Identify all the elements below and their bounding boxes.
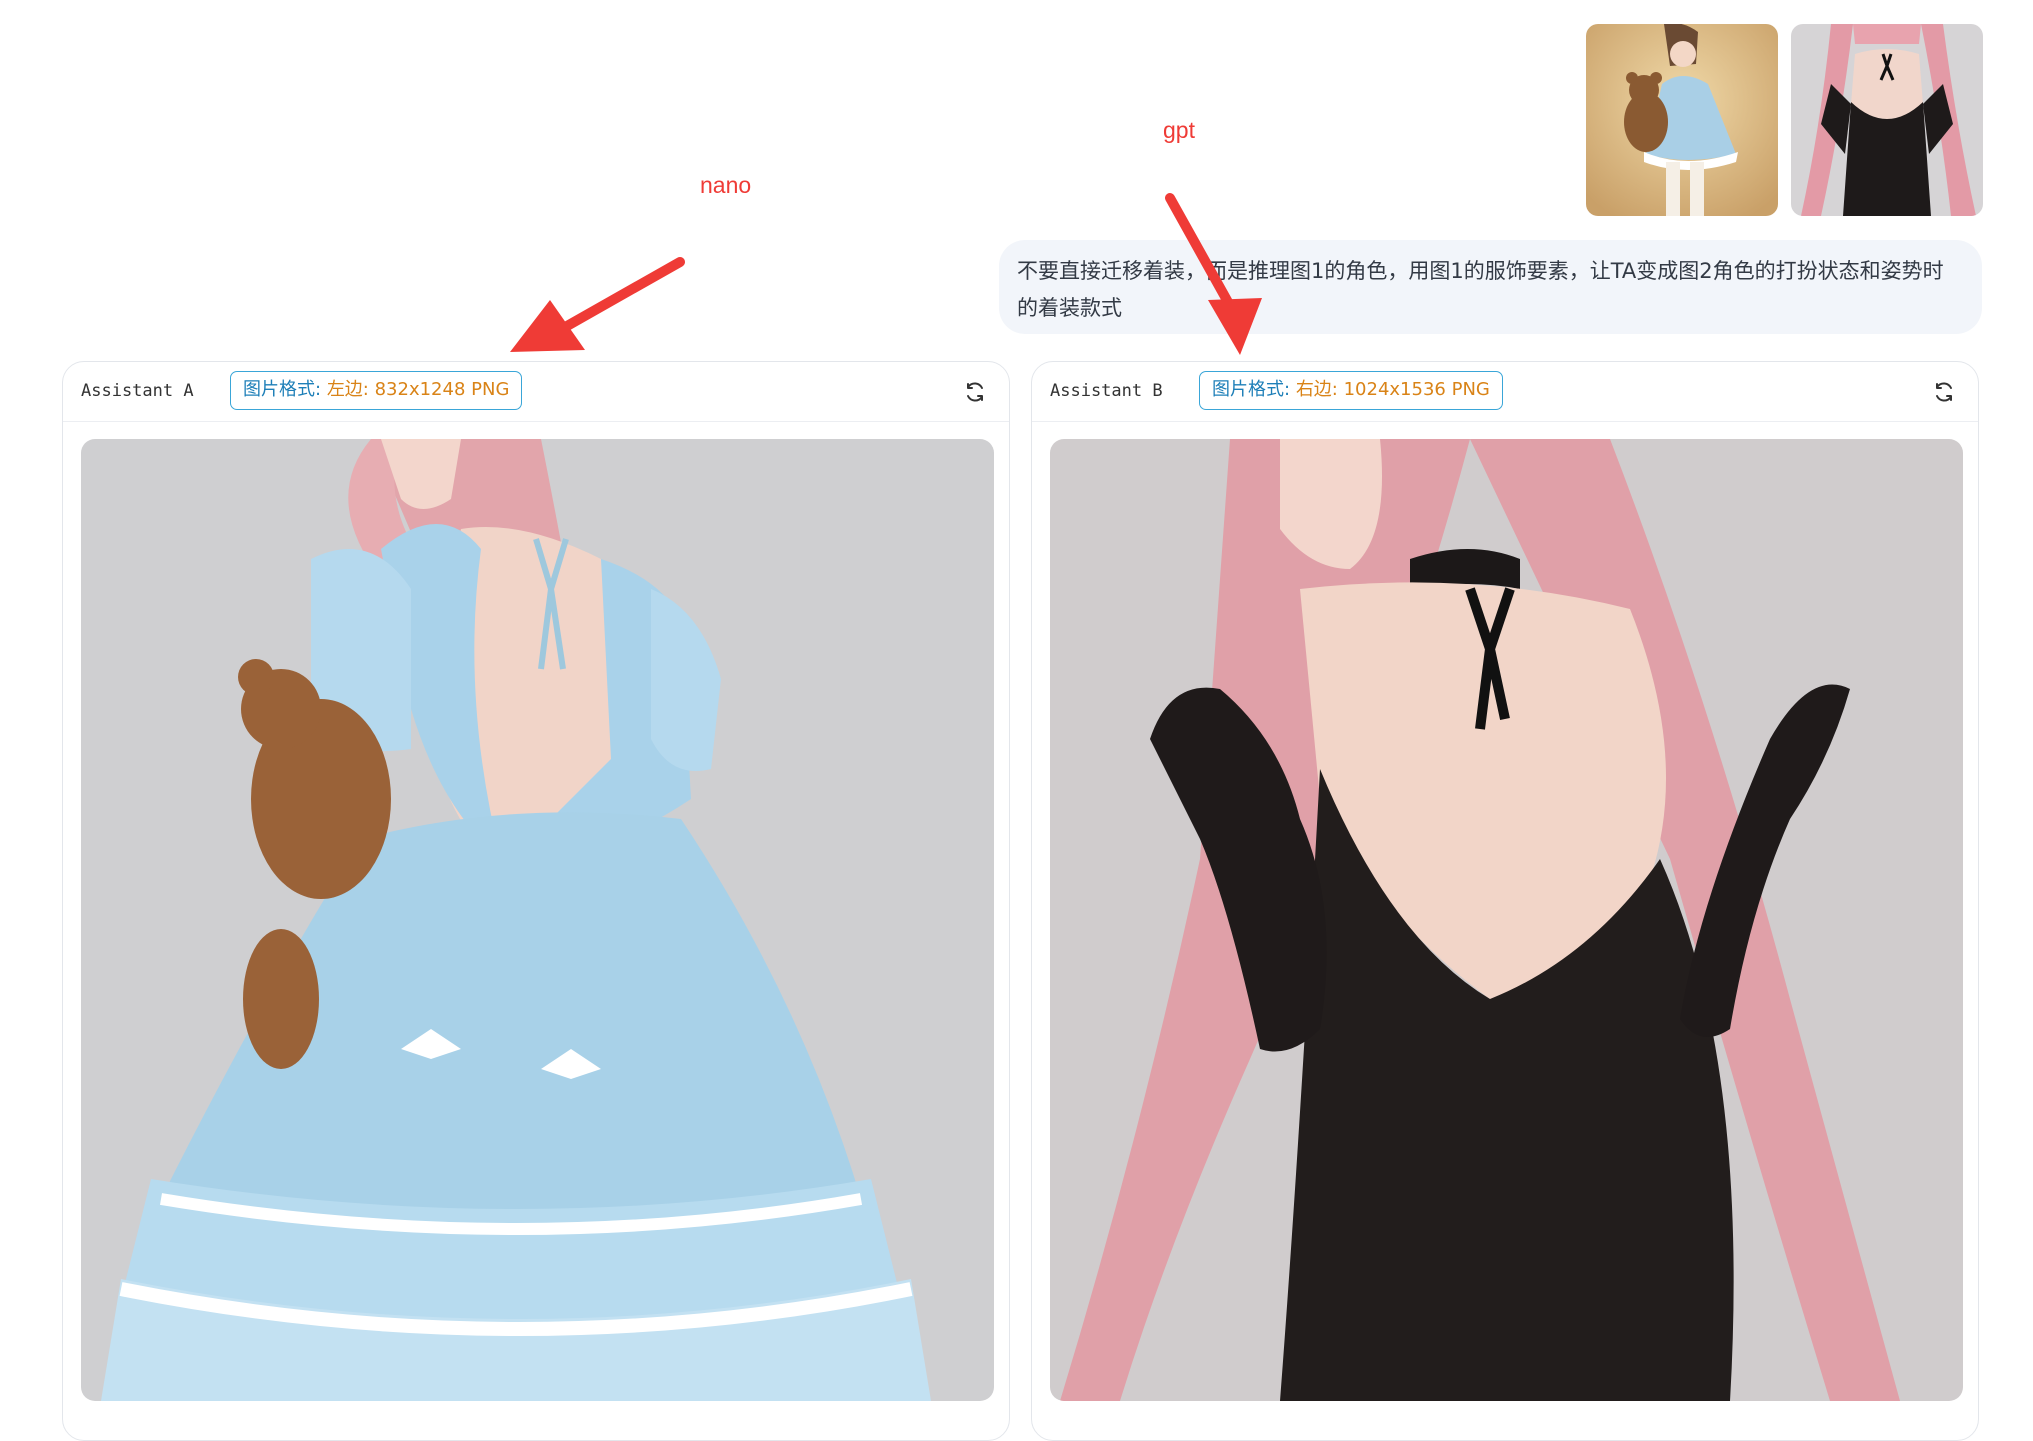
image-girl-black-dress-back-icon: [1791, 24, 1983, 216]
panel-header: Assistant B 图片格式: 右边: 1024x1536 PNG: [1032, 362, 1978, 422]
user-message-text: 不要直接迁移着装，而是推理图1的角色，用图1的服饰要素，让TA变成图2角色的打扮…: [1017, 259, 1944, 320]
refresh-icon[interactable]: [963, 380, 987, 404]
annotation-label-nano: nano: [700, 172, 752, 198]
image-format-badge: 图片格式: 右边: 1024x1536 PNG: [1199, 371, 1503, 410]
badge-label: 图片格式:: [243, 379, 322, 400]
image-pink-hair-black-dress-back-icon: [1050, 439, 1963, 1401]
assistant-name: Assistant B: [1050, 381, 1163, 401]
panel-header: Assistant A 图片格式: 左边: 832x1248 PNG: [63, 362, 1009, 422]
generated-image-a[interactable]: [81, 439, 994, 1401]
badge-value: 右边: 1024x1536 PNG: [1295, 379, 1490, 400]
assistant-b-panel: Assistant B 图片格式: 右边: 1024x1536 PNG: [1031, 361, 1979, 1441]
assistant-a-panel: Assistant A 图片格式: 左边: 832x1248 PNG: [62, 361, 1010, 1441]
annotation-label-gpt: gpt: [1163, 117, 1195, 143]
reference-image-2[interactable]: [1791, 24, 1983, 216]
image-format-badge: 图片格式: 左边: 832x1248 PNG: [230, 371, 523, 410]
reference-image-1[interactable]: [1586, 24, 1778, 216]
badge-label: 图片格式:: [1212, 379, 1291, 400]
assistant-name: Assistant A: [81, 381, 194, 401]
badge-value: 左边: 832x1248 PNG: [326, 379, 510, 400]
image-girl-teddy-bear-blue-dress-icon: [1586, 24, 1778, 216]
generated-image-b[interactable]: [1050, 439, 1963, 1401]
user-message-bubble: 不要直接迁移着装，而是推理图1的角色，用图1的服饰要素，让TA变成图2角色的打扮…: [999, 240, 1982, 334]
image-pink-hair-blue-dress-back-icon: [81, 439, 994, 1401]
refresh-icon[interactable]: [1932, 380, 1956, 404]
